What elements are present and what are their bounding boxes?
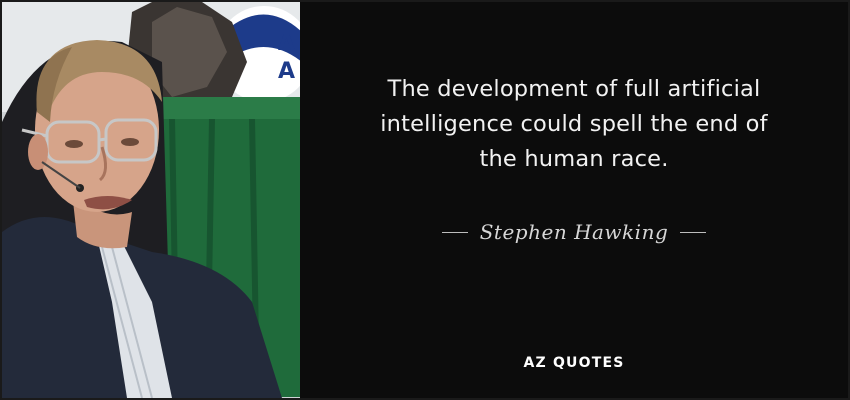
dash-left-icon (441, 231, 468, 233)
quote-text: The development of full artificial intel… (330, 72, 818, 177)
author-name: Stephen Hawking (479, 220, 669, 244)
background-letter-1: A (278, 31, 295, 56)
author-row: Stephen Hawking (300, 214, 848, 250)
quote-line-3: the human race. (479, 146, 669, 172)
quote-card: A A The development of full artificial i… (0, 0, 850, 400)
quote-line-2: intelligence could spell the end of (380, 111, 768, 137)
brand-logo: AZ QUOTES (523, 355, 625, 371)
background-letter-2: A (278, 59, 295, 84)
quote-panel: The development of full artificial intel… (300, 2, 848, 398)
quote-line-1: The development of full artificial (387, 76, 761, 102)
portrait-illustration: A A (2, 2, 300, 398)
portrait-photo: A A (2, 2, 300, 398)
dash-right-icon (680, 231, 707, 233)
